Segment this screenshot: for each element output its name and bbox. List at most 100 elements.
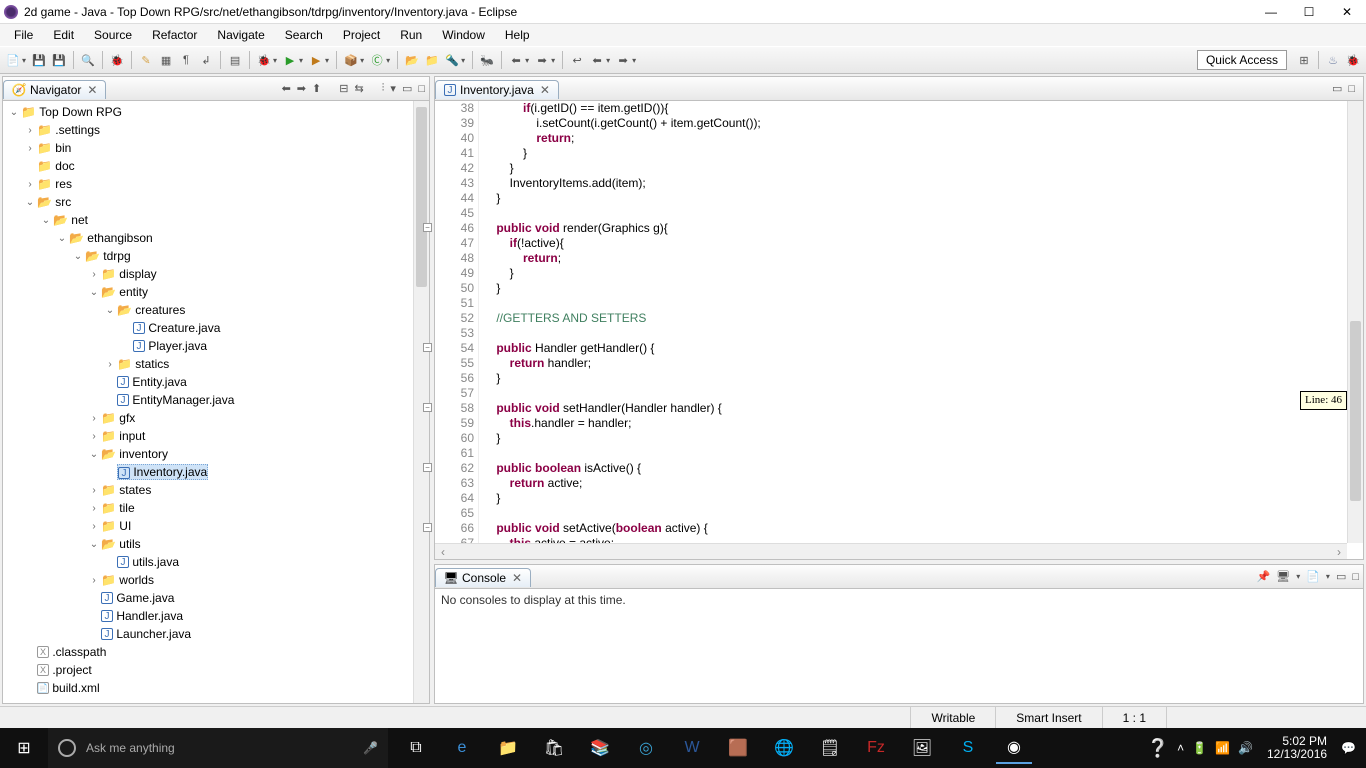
tree-scrollbar[interactable]: [413, 101, 429, 703]
minimize-icon[interactable]: ▭: [1332, 82, 1342, 95]
quick-access[interactable]: Quick Access: [1197, 50, 1287, 70]
scroll-left-icon[interactable]: ‹: [435, 545, 451, 559]
menu-edit[interactable]: Edit: [45, 26, 82, 44]
tree-node-project[interactable]: ⌄📁 Top Down RPG: [3, 103, 429, 121]
close-icon[interactable]: ✕: [87, 83, 97, 97]
ant-icon[interactable]: 🐜: [478, 51, 496, 69]
tree-node[interactable]: ⌄📂 inventory: [3, 445, 429, 463]
notifications-icon[interactable]: 💬: [1341, 741, 1356, 755]
tree-node[interactable]: ⌄📂 creatures: [3, 301, 429, 319]
editor-gutter[interactable]: 383940414243444546−4748495051525354−5556…: [435, 101, 479, 559]
console-tab[interactable]: 🖥 Console ✕: [435, 568, 531, 587]
pin-console-icon[interactable]: 📌: [1257, 570, 1271, 583]
editor-tab[interactable]: J Inventory.java ✕: [435, 80, 559, 99]
dropdown-icon[interactable]: ▾: [551, 56, 555, 65]
edge-icon[interactable]: e: [444, 732, 480, 764]
forward-icon[interactable]: ➡: [297, 82, 306, 95]
tree-node[interactable]: J utils.java: [3, 553, 429, 571]
help-icon[interactable]: ❔: [1147, 738, 1169, 759]
back-icon[interactable]: ⬅: [588, 51, 606, 69]
tree-node[interactable]: ›📁 display: [3, 265, 429, 283]
chrome-icon[interactable]: 🌐: [766, 732, 802, 764]
tree-node-selected[interactable]: J Inventory.java: [3, 463, 429, 481]
dropdown-icon[interactable]: ▾: [461, 56, 465, 65]
tree-node[interactable]: ⌄📂 tdrpg: [3, 247, 429, 265]
navigator-tab[interactable]: 🧭 Navigator ✕: [3, 80, 106, 99]
menu-help[interactable]: Help: [497, 26, 538, 44]
menu-window[interactable]: Window: [434, 26, 493, 44]
mic-icon[interactable]: 🎤: [363, 741, 378, 755]
image-viewer-icon[interactable]: 🖼: [904, 732, 940, 764]
editor-scrollbar-horizontal[interactable]: ‹ ›: [435, 543, 1347, 559]
eclipse-taskbar-icon[interactable]: ◉: [996, 732, 1032, 764]
tree-node[interactable]: J Creature.java: [3, 319, 429, 337]
menu-project[interactable]: Project: [335, 26, 388, 44]
notepad-icon[interactable]: 🗒: [812, 732, 848, 764]
tree-node[interactable]: J Player.java: [3, 337, 429, 355]
menu-search[interactable]: Search: [277, 26, 331, 44]
word-icon[interactable]: W: [674, 732, 710, 764]
minecraft-icon[interactable]: 🟫: [720, 732, 756, 764]
maximize-button[interactable]: ☐: [1302, 5, 1316, 19]
file-explorer-icon[interactable]: 📁: [490, 732, 526, 764]
dropdown-icon[interactable]: ▾: [386, 56, 390, 65]
debug-button-icon[interactable]: 🐞: [255, 51, 273, 69]
winrar-icon[interactable]: 📚: [582, 732, 618, 764]
tree-node[interactable]: X .project: [3, 661, 429, 679]
tree-node[interactable]: ›📁 input: [3, 427, 429, 445]
tree-node[interactable]: J Game.java: [3, 589, 429, 607]
dropdown-icon[interactable]: ▾: [632, 56, 636, 65]
tree-node[interactable]: ›📁 statics: [3, 355, 429, 373]
editor-scrollbar-vertical[interactable]: [1347, 101, 1363, 543]
show-ws-icon[interactable]: ¶: [177, 51, 195, 69]
menu-navigate[interactable]: Navigate: [209, 26, 272, 44]
new-button-icon[interactable]: 📄: [4, 51, 22, 69]
java-perspective-icon[interactable]: ♨: [1324, 51, 1342, 69]
tree-node[interactable]: ⌄📂 src: [3, 193, 429, 211]
back-icon[interactable]: ⬅: [282, 82, 291, 95]
dropdown-icon[interactable]: ▾: [22, 56, 26, 65]
view-menu-icon[interactable]: ▾: [390, 82, 396, 95]
close-button[interactable]: ✕: [1340, 5, 1354, 19]
navigator-tree[interactable]: ⌄📁 Top Down RPG ›📁 .settings ›📁 bin 📁 do…: [3, 101, 429, 703]
run-button-icon[interactable]: ▶: [281, 51, 299, 69]
tree-node[interactable]: J Entity.java: [3, 373, 429, 391]
debug-perspective-icon[interactable]: 🐞: [108, 51, 126, 69]
menu-file[interactable]: File: [6, 26, 41, 44]
app-icon[interactable]: ◎: [628, 732, 664, 764]
tree-node[interactable]: ›📁 UI: [3, 517, 429, 535]
prev-annotation-icon[interactable]: ⬅: [507, 51, 525, 69]
filter-icon[interactable]: ⫶: [382, 82, 385, 95]
editor-body[interactable]: 383940414243444546−4748495051525354−5556…: [435, 101, 1363, 559]
tree-node[interactable]: X .classpath: [3, 643, 429, 661]
close-icon[interactable]: ✕: [540, 83, 550, 97]
tray-up-icon[interactable]: ˄: [1177, 741, 1184, 755]
search-icon[interactable]: 🔦: [443, 51, 461, 69]
tree-node[interactable]: ›📁 gfx: [3, 409, 429, 427]
volume-icon[interactable]: 🔊: [1238, 741, 1253, 755]
tree-node[interactable]: ›📁 tile: [3, 499, 429, 517]
word-wrap-icon[interactable]: ↲: [197, 51, 215, 69]
maximize-icon[interactable]: □: [418, 83, 425, 95]
tree-node[interactable]: ›📁 .settings: [3, 121, 429, 139]
dropdown-icon[interactable]: ▾: [360, 56, 364, 65]
menu-run[interactable]: Run: [392, 26, 430, 44]
forward-icon[interactable]: ➡: [614, 51, 632, 69]
minimize-button[interactable]: —: [1264, 5, 1278, 19]
scroll-right-icon[interactable]: ›: [1331, 545, 1347, 559]
filezilla-icon[interactable]: Fz: [858, 732, 894, 764]
menu-source[interactable]: Source: [86, 26, 140, 44]
close-icon[interactable]: ✕: [512, 571, 522, 585]
tree-node[interactable]: J Handler.java: [3, 607, 429, 625]
open-console-icon[interactable]: 📄: [1306, 570, 1320, 583]
minimize-icon[interactable]: ▭: [1336, 570, 1346, 583]
tree-node[interactable]: ›📁 res: [3, 175, 429, 193]
toggle-mark-icon[interactable]: ✎: [137, 51, 155, 69]
tree-node[interactable]: ⌄📂 ethangibson: [3, 229, 429, 247]
collapse-all-icon[interactable]: ⊟: [339, 82, 348, 95]
taskbar-clock[interactable]: 5:02 PM 12/13/2016: [1261, 735, 1333, 761]
maximize-icon[interactable]: □: [1352, 571, 1359, 583]
open-file-icon[interactable]: 📁: [423, 51, 441, 69]
tree-node[interactable]: ›📁 states: [3, 481, 429, 499]
tree-node[interactable]: J Launcher.java: [3, 625, 429, 643]
